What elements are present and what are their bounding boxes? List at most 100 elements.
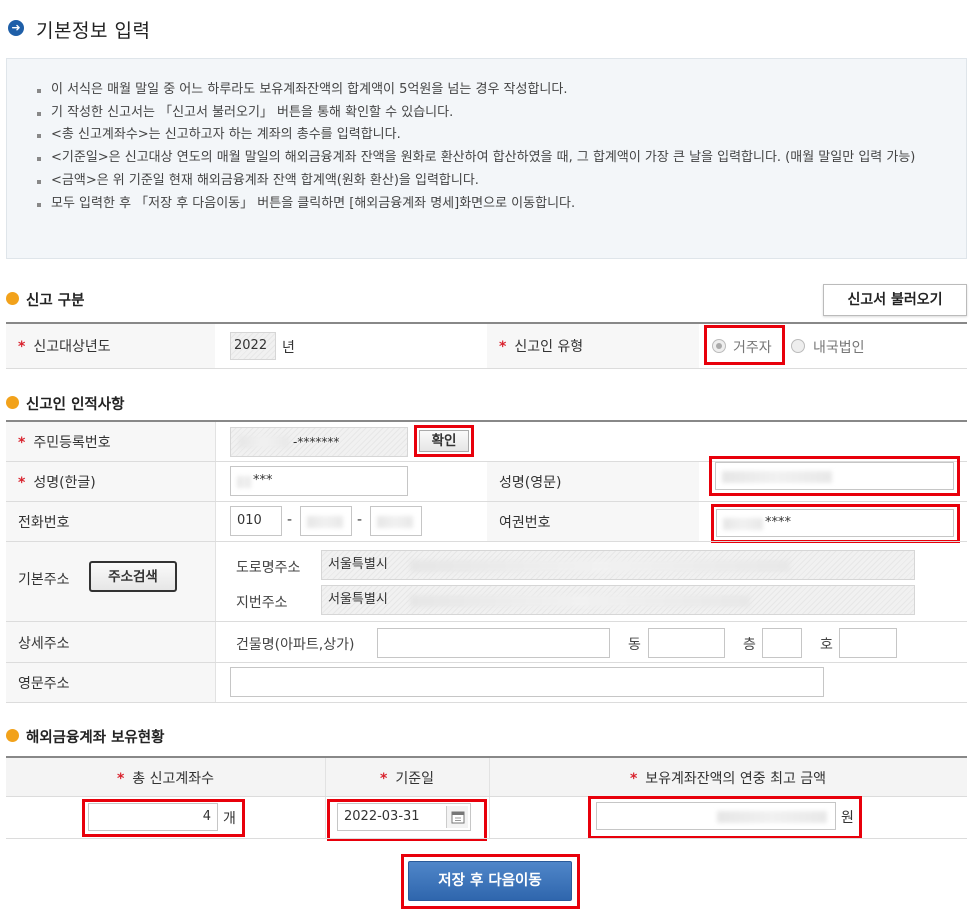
- name-kr-label-text: 성명(한글): [33, 475, 96, 491]
- section-title-holdings: 해외금융계좌 보유현황: [26, 730, 165, 746]
- building-name-label: 건물명(아파트,상가): [236, 637, 355, 653]
- row-divider: [6, 702, 967, 703]
- name-kr-label: * 성명(한글): [18, 472, 96, 492]
- col-base-date-text: 기준일: [395, 771, 434, 787]
- radio-resident[interactable]: [712, 339, 726, 353]
- road-address-value: 서울특별시: [328, 557, 388, 572]
- phone-separator: -: [287, 512, 293, 528]
- redacted-blur: [717, 811, 827, 823]
- reporter-type-label-text: 신고인 유형: [514, 339, 584, 355]
- year-label: * 신고대상년도: [18, 336, 111, 356]
- required-star-icon: *: [499, 339, 507, 355]
- redacted-blur: [237, 476, 251, 488]
- row-divider: [6, 621, 967, 622]
- column-divider: [215, 422, 216, 702]
- report-year-field: 2022: [230, 332, 276, 360]
- road-address-label: 도로명주소: [236, 560, 301, 576]
- required-star-icon: *: [18, 435, 26, 451]
- load-report-button[interactable]: 신고서 불러오기: [823, 284, 967, 316]
- floor-field[interactable]: [762, 628, 802, 658]
- col-account-count-text: 총 신고계좌수: [132, 771, 215, 787]
- section-bullet-icon: [6, 292, 19, 305]
- row-divider: [6, 662, 967, 663]
- redacted-blur: [377, 516, 413, 528]
- required-star-icon: *: [116, 771, 125, 787]
- max-amount-unit: 원: [841, 810, 854, 826]
- notice-item: <총 신고계좌수>는 신고하고자 하는 계좌의 총수를 입력합니다.: [37, 124, 966, 147]
- jibun-address-field: 서울특별시: [321, 585, 915, 615]
- redacted-blur: [723, 518, 763, 530]
- english-address-field[interactable]: [230, 667, 824, 697]
- redacted-blur: [307, 516, 343, 528]
- name-kr-field[interactable]: ***: [230, 466, 408, 496]
- col-max-amount: * 보유계좌잔액의 연중 최고 금액: [489, 768, 967, 788]
- rrn-field: -*******: [230, 427, 408, 457]
- phone-separator: -: [357, 512, 363, 528]
- required-star-icon: *: [629, 771, 638, 787]
- passport-label: 여권번호: [499, 515, 551, 531]
- row-divider: [6, 838, 967, 839]
- name-kr-masked: ***: [253, 473, 273, 488]
- save-next-button[interactable]: 저장 후 다음이동: [408, 861, 572, 901]
- max-amount-field[interactable]: [596, 802, 836, 830]
- address-search-button[interactable]: 주소검색: [89, 561, 177, 592]
- jibun-address-label: 지번주소: [236, 595, 288, 611]
- passport-masked: ****: [765, 515, 791, 530]
- redacted-blur: [410, 595, 750, 607]
- notice-item: 이 서식은 매월 말일 중 어느 하루라도 보유계좌잔액의 합계액이 5억원을 …: [37, 79, 966, 102]
- jibun-address-value: 서울특별시: [328, 592, 388, 607]
- phone-prefix-field[interactable]: 010: [230, 506, 282, 536]
- name-en-field[interactable]: [715, 462, 954, 490]
- dong-label: 동: [628, 637, 641, 653]
- row-divider: [6, 501, 967, 502]
- required-star-icon: *: [18, 475, 26, 491]
- phone-middle-field[interactable]: [300, 506, 352, 536]
- calendar-icon[interactable]: [446, 806, 468, 828]
- arrow-circle-icon: ➜: [8, 20, 24, 36]
- rrn-label: * 주민등록번호: [18, 432, 111, 452]
- page-title: 기본정보 입력: [36, 20, 151, 42]
- ho-label: 호: [820, 637, 833, 653]
- confirm-button[interactable]: 확인: [419, 430, 469, 452]
- redacted-blur: [410, 560, 790, 572]
- col-account-count: * 총 신고계좌수: [6, 768, 325, 788]
- passport-field[interactable]: ****: [716, 509, 954, 537]
- row-divider: [6, 368, 967, 369]
- notice-item: 모두 입력한 후 「저장 후 다음이동」 버튼을 클릭하면 [해외금융계좌 명세…: [37, 193, 966, 216]
- year-label-text: 신고대상년도: [33, 339, 111, 355]
- col-max-amount-text: 보유계좌잔액의 연중 최고 금액: [645, 771, 827, 787]
- building-name-field[interactable]: [377, 628, 610, 658]
- required-star-icon: *: [380, 771, 388, 787]
- redacted-blur: [722, 471, 832, 483]
- english-address-label: 영문주소: [18, 676, 70, 692]
- redacted-blur: [239, 436, 289, 448]
- account-count-unit: 개: [223, 811, 236, 827]
- address-label: 기본주소: [18, 572, 70, 588]
- notice-item: <기준일>은 신고대상 연도의 매월 말일의 해외금융계좌 잔액을 원화로 환산…: [37, 147, 966, 170]
- phone-last-field[interactable]: [370, 506, 422, 536]
- notice-box: 이 서식은 매월 말일 중 어느 하루라도 보유계좌잔액의 합계액이 5억원을 …: [6, 58, 967, 259]
- dong-field[interactable]: [648, 628, 725, 658]
- col-base-date: * 기준일: [325, 768, 489, 788]
- rrn-masked: -*******: [293, 435, 340, 449]
- section-title-report-type: 신고 구분: [26, 293, 85, 309]
- account-count-field[interactable]: 4: [88, 803, 218, 831]
- ho-field[interactable]: [839, 628, 897, 658]
- row-divider: [6, 541, 967, 542]
- reporter-type-label: * 신고인 유형: [499, 336, 583, 356]
- year-unit: 년: [282, 340, 295, 356]
- section-title-personal: 신고인 인적사항: [26, 397, 125, 413]
- name-en-label: 성명(영문): [499, 475, 562, 491]
- road-address-field: 서울특별시: [321, 550, 915, 580]
- detail-address-label: 상세주소: [18, 636, 70, 652]
- radio-resident-label: 거주자: [733, 340, 772, 356]
- section-bullet-icon: [6, 396, 19, 409]
- notice-item: <금액>은 위 기준일 현재 해외금융계좌 잔액 합계액(원화 환산)을 입력합…: [37, 170, 966, 193]
- phone-label: 전화번호: [18, 515, 70, 531]
- radio-domestic-corp-label: 내국법인: [813, 340, 865, 356]
- radio-domestic-corp[interactable]: [791, 339, 805, 353]
- required-star-icon: *: [18, 339, 26, 355]
- floor-label: 층: [743, 637, 756, 653]
- section-bullet-icon: [6, 729, 19, 742]
- rrn-label-text: 주민등록번호: [33, 435, 111, 451]
